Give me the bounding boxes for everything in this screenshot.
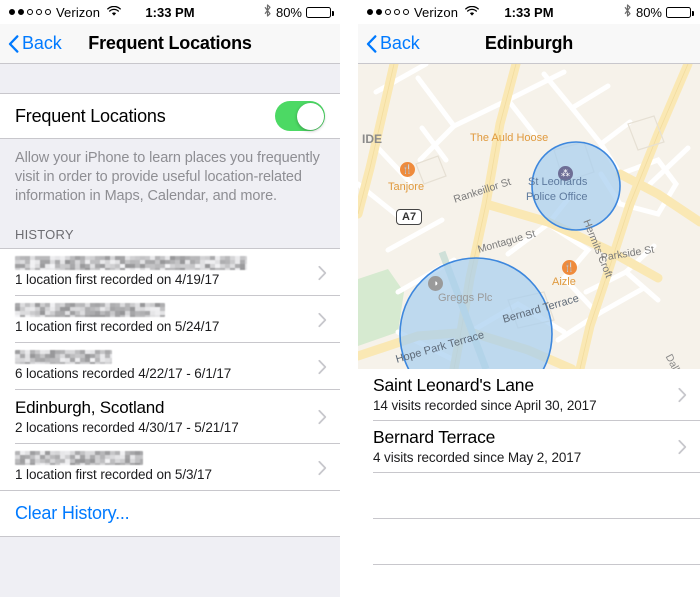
back-button-right[interactable]: Back xyxy=(366,33,420,54)
chevron-right-icon xyxy=(318,312,327,327)
screenshot-stage: Verizon 1:33 PM 80% Back Frequent Locati… xyxy=(0,0,700,600)
chevron-right-icon xyxy=(318,359,327,374)
history-list-item[interactable]: Edinburgh, Scotland 2 locations recorded … xyxy=(0,390,340,444)
frequent-locations-description: Allow your iPhone to learn places you fr… xyxy=(0,139,340,220)
history-item-title-redacted xyxy=(15,256,247,270)
clear-history-button[interactable]: Clear History... xyxy=(0,491,340,537)
frequent-locations-switch[interactable] xyxy=(275,101,325,131)
status-bar-left: Verizon 1:33 PM 80% xyxy=(0,0,340,24)
wifi-icon xyxy=(107,5,121,20)
chevron-right-icon xyxy=(318,409,327,425)
bluetooth-icon xyxy=(263,4,272,20)
status-bar-carrier-group-right: Verizon xyxy=(367,5,479,20)
chevron-right-icon xyxy=(678,439,687,455)
place-item-title: Saint Leonard's Lane xyxy=(373,375,534,395)
carrier-label-right: Verizon xyxy=(414,4,459,20)
status-bar-right-group: 80% xyxy=(263,4,334,20)
clear-history-label: Clear History... xyxy=(15,503,130,523)
bakery-icon[interactable]: ◑ xyxy=(428,276,443,291)
map-road-shield: A7 xyxy=(396,209,423,225)
history-item-subtitle: 2 locations recorded 4/30/17 - 5/21/17 xyxy=(15,420,239,435)
place-item-title: Bernard Terrace xyxy=(373,427,496,447)
empty-rows-container xyxy=(358,473,700,600)
history-item-title: Edinburgh, Scotland xyxy=(15,398,165,417)
history-list-item[interactable]: 1 location first recorded on 4/19/17 xyxy=(0,249,340,296)
history-item-subtitle: 1 location first recorded on 5/24/17 xyxy=(15,319,220,334)
signal-strength-icon-right xyxy=(367,9,409,15)
place-item-subtitle: 14 visits recorded since April 30, 2017 xyxy=(373,398,597,413)
chevron-right-icon xyxy=(318,460,327,475)
panel-divider xyxy=(340,0,358,600)
status-bar-right-group-right: 80% xyxy=(623,4,694,20)
empty-list-row xyxy=(358,473,700,519)
history-item-title-redacted xyxy=(15,303,165,317)
frequent-locations-label: Frequent Locations xyxy=(15,105,166,126)
navigation-bar-right: Back Edinburgh xyxy=(358,24,700,64)
history-item-subtitle: 1 location first recorded on 5/3/17 xyxy=(15,467,212,482)
visit-area-circle-police-office xyxy=(531,141,621,231)
switch-knob xyxy=(296,102,324,130)
chevron-left-icon xyxy=(8,34,19,53)
battery-icon-right xyxy=(666,6,694,18)
restaurant-icon[interactable]: 🍴 xyxy=(562,260,577,275)
top-group-spacer xyxy=(0,64,340,94)
history-item-subtitle: 6 locations recorded 4/22/17 - 6/1/17 xyxy=(15,366,232,381)
frequent-locations-screen: Verizon 1:33 PM 80% Back Frequent Locati… xyxy=(0,0,340,600)
chevron-right-icon xyxy=(318,265,327,280)
back-button-label-right: Back xyxy=(380,33,420,53)
signal-strength-icon xyxy=(9,9,51,15)
frequent-locations-toggle-cell[interactable]: Frequent Locations xyxy=(0,94,340,139)
history-item-title-redacted xyxy=(15,451,143,465)
wifi-icon-right xyxy=(465,5,479,20)
restaurant-icon[interactable]: 🍴 xyxy=(400,162,415,177)
battery-percent-label: 80% xyxy=(275,4,302,20)
places-list: Saint Leonard's Lane 14 visits recorded s… xyxy=(358,369,700,473)
history-item-title-redacted xyxy=(15,350,112,364)
history-section-header: HISTORY xyxy=(0,220,340,249)
battery-icon xyxy=(306,6,334,18)
navigation-bar-left: Back Frequent Locations xyxy=(0,24,340,64)
back-button-label: Back xyxy=(22,33,62,53)
bluetooth-icon-right xyxy=(623,4,632,20)
back-button[interactable]: Back xyxy=(8,33,62,54)
map-view[interactable]: 🍴🍴⁂◑☺▣ A7A700A7 IDEThe Auld HooseTanjore… xyxy=(358,64,700,369)
bottom-group-spacer xyxy=(0,537,340,597)
carrier-label: Verizon xyxy=(56,4,101,20)
battery-percent-label-right: 80% xyxy=(635,4,662,20)
place-list-item[interactable]: Saint Leonard's Lane 14 visits recorded s… xyxy=(358,369,700,421)
status-bar-carrier-group: Verizon xyxy=(9,5,121,20)
empty-list-row xyxy=(358,565,700,600)
place-list-item[interactable]: Bernard Terrace 4 visits recorded since M… xyxy=(358,421,700,473)
chevron-left-icon-right xyxy=(366,34,377,53)
history-list-item[interactable]: 1 location first recorded on 5/3/17 xyxy=(0,444,340,491)
empty-list-row xyxy=(358,519,700,565)
place-item-subtitle: 4 visits recorded since May 2, 2017 xyxy=(373,450,582,465)
status-bar-right: Verizon 1:33 PM 80% xyxy=(358,0,700,24)
chevron-right-icon xyxy=(678,387,687,403)
history-list-item[interactable]: 1 location first recorded on 5/24/17 xyxy=(0,296,340,343)
history-list-item[interactable]: 6 locations recorded 4/22/17 - 6/1/17 xyxy=(0,343,340,390)
edinburgh-detail-screen: Verizon 1:33 PM 80% Back Edinburgh 🍴 🍴 ⁂… xyxy=(358,0,700,600)
police-icon[interactable]: ⁂ xyxy=(558,166,573,181)
history-item-subtitle: 1 location first recorded on 4/19/17 xyxy=(15,272,220,287)
history-list: 1 location first recorded on 4/19/17 1 lo… xyxy=(0,249,340,491)
